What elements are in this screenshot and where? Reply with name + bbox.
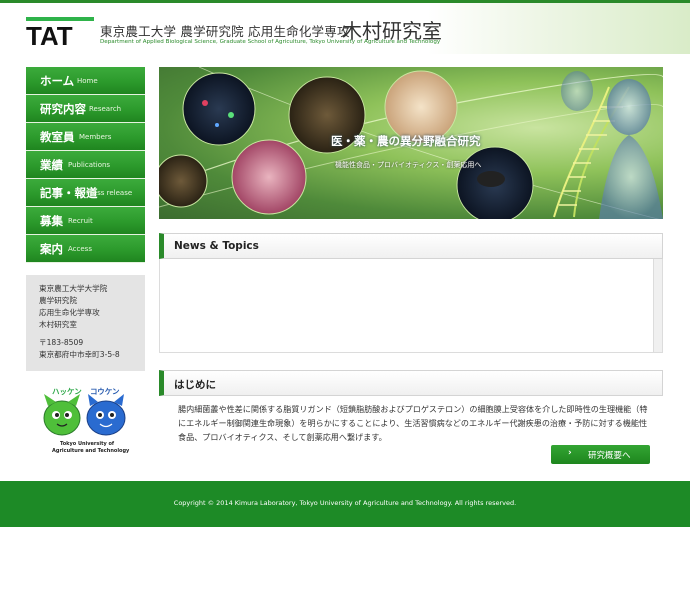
postal-code: 〒183-8509 (39, 338, 84, 347)
nav-label-en: Access (68, 245, 92, 253)
nav-item-members[interactable]: 教室員 Members (26, 123, 145, 151)
hero-subtitle: 機能性食品・プロバイオティクス・創薬応用へ (335, 161, 482, 169)
mascot-right-name: コウケン (90, 387, 120, 396)
nav-item-research[interactable]: 研究内容 Research (26, 95, 145, 123)
hero-title: 医・薬・農の異分野融合研究 (331, 134, 481, 148)
nav-label: 教室員 (40, 130, 75, 144)
nav-label: 研究内容 (40, 102, 86, 116)
nav-item-recruit[interactable]: 募集 Recruit (26, 207, 145, 235)
logo-text: TAT (26, 21, 73, 47)
page: TAT 東京農工大学 農学研究院 応用生命化学専攻 木村研究室 Departme… (0, 0, 690, 600)
nav-label-en: Publications (68, 161, 111, 169)
news-list[interactable] (159, 259, 663, 353)
nav-label: 業績 (40, 158, 63, 172)
mascot-left-name: ハッケン (52, 387, 82, 396)
site-footer: Copyright © 2014 Kimura Laboratory, Toky… (0, 481, 690, 527)
mascot-caption-1: Tokyo University of (60, 441, 115, 447)
nav-item-access[interactable]: 案内 Access (26, 235, 145, 263)
street-address: 東京都府中市幸町3-5-8 (39, 350, 120, 359)
copyright-text: Copyright © 2014 Kimura Laboratory, Toky… (173, 499, 517, 507)
nav-item-press[interactable]: 記事・報道 Press release (26, 179, 145, 207)
header-title: 東京農工大学 農学研究院 応用生命化学専攻 (100, 24, 350, 39)
intro-heading: はじめに (174, 379, 216, 391)
tat-logo[interactable]: TAT (26, 17, 94, 47)
site-header: TAT 東京農工大学 農学研究院 応用生命化学専攻 木村研究室 Departme… (0, 0, 690, 54)
nav-item-home[interactable]: ホーム Home (26, 67, 145, 95)
nav-label: 募集 (40, 214, 63, 228)
nav-label-en: Recruit (68, 217, 93, 225)
nav-item-publications[interactable]: 業績 Publications (26, 151, 145, 179)
hero-banner: 医・薬・農の異分野融合研究 機能性食品・プロバイオティクス・創薬応用へ (159, 67, 663, 219)
intro-heading-bar: はじめに (159, 370, 663, 396)
address-line: 農学研究院 (39, 296, 77, 305)
address-line: 木村研究室 (39, 320, 77, 329)
button-label: 研究概要へ (588, 451, 631, 461)
mascot-caption-2: Agriculture and Technology (52, 448, 130, 454)
nav-label: ホーム (40, 74, 75, 88)
address-box: 東京農工大学大学院 農学研究院 応用生命化学専攻 木村研究室 〒183-8509… (26, 275, 145, 371)
address-line: 応用生命化学専攻 (39, 308, 100, 317)
header-subtitle: Department of Applied Biological Science… (100, 39, 441, 45)
chevron-right-icon: › (568, 448, 572, 458)
nav-label-en: Press release (86, 189, 133, 197)
news-heading-bar: News & Topics (159, 233, 663, 259)
nav-label-en: Members (79, 133, 112, 141)
address-line: 東京農工大学大学院 (39, 284, 108, 293)
news-scrollbar[interactable] (653, 259, 662, 352)
nav-label-en: Research (89, 105, 122, 113)
mascot-logo[interactable]: ハッケン コウケン Tokyo University of Agricultur… (38, 384, 138, 456)
nav-label-en: Home (77, 77, 98, 85)
intro-text: 腸内細菌叢や性差に関係する脂質リガンド（短鎖脂肪酸およびプロゲステロン）の細胞膜… (178, 404, 648, 442)
news-heading: News & Topics (174, 240, 259, 252)
sidebar-nav: ホーム Home 研究内容 Research 教室員 Members 業績 Pu… (26, 67, 145, 263)
nav-label: 案内 (40, 242, 63, 256)
research-overview-button[interactable]: › 研究概要へ (551, 445, 650, 464)
